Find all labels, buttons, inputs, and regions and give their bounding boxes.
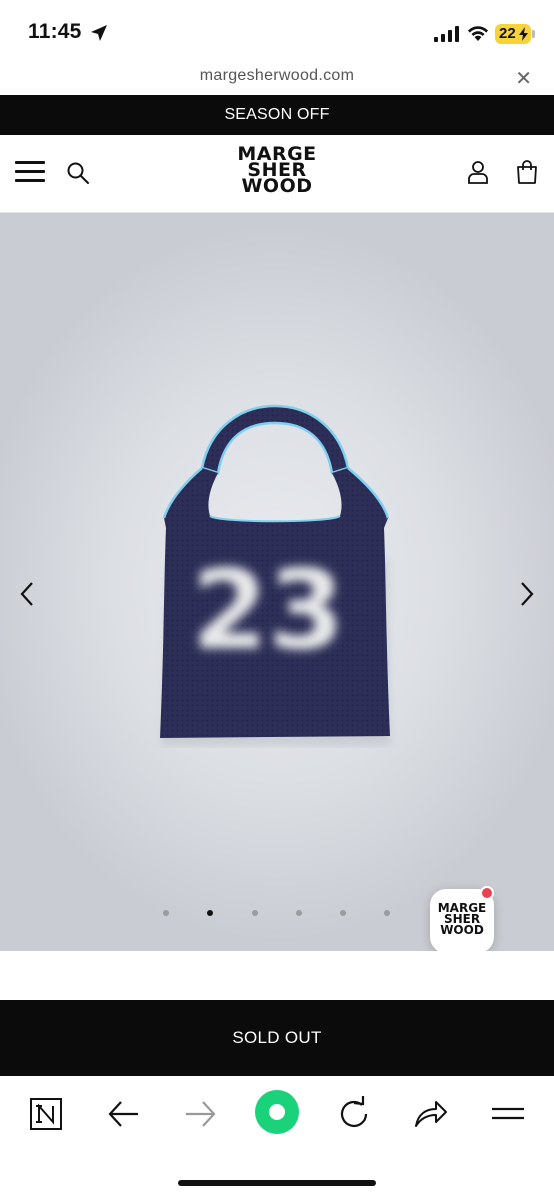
logo-line: WOOD [241,175,313,197]
slide-dot[interactable] [252,910,258,916]
chevron-left-icon[interactable] [18,581,38,607]
badge-logo-line: WOOD [440,923,484,937]
product-image: 23 [160,404,390,746]
product-gallery[interactable]: 23 MARGE SHER WOOD [0,213,554,951]
wifi-icon [468,26,488,41]
brand-logo[interactable]: MARGE SHER WOOD [214,145,340,197]
url-bar[interactable]: margesherwood.com ✕ [0,62,554,94]
home-circle-icon[interactable] [254,1089,300,1135]
slide-dot-active[interactable] [207,910,213,916]
slide-dot[interactable] [296,910,302,916]
account-icon[interactable] [467,160,489,184]
refresh-icon[interactable] [332,1094,376,1134]
status-time: 11:45 [28,20,82,43]
battery-indicator: 22 [495,24,531,44]
browser-toolbar [0,1076,554,1200]
location-arrow-icon [91,25,107,41]
battery-level: 22 [499,25,516,42]
site-header: MARGE SHER WOOD [0,135,554,213]
product-number: 23 [191,546,344,674]
back-arrow-icon[interactable] [102,1094,146,1134]
slide-dot[interactable] [340,910,346,916]
url-text[interactable]: margesherwood.com [0,67,554,85]
slide-dot[interactable] [384,910,390,916]
menu-lines-icon[interactable] [486,1094,530,1134]
shopping-bag-icon[interactable] [515,160,539,184]
slide-dot[interactable] [163,910,169,916]
cellular-signal-icon [434,26,459,42]
forward-arrow-icon[interactable] [178,1094,222,1134]
close-icon[interactable]: ✕ [515,66,532,91]
promo-banner[interactable]: SEASON OFF [0,95,554,135]
notification-dot [480,886,494,900]
share-icon[interactable] [408,1094,452,1134]
battery-cap [532,30,535,38]
charging-bolt-icon [519,27,528,41]
home-indicator[interactable] [178,1180,376,1186]
hamburger-menu-icon[interactable] [15,161,45,183]
notion-n-icon[interactable] [24,1094,68,1134]
search-icon[interactable] [66,161,90,185]
slide-indicator [155,908,405,918]
sold-out-button[interactable]: SOLD OUT [0,1000,554,1076]
chevron-right-icon[interactable] [516,581,536,607]
status-bar: 11:45 22 [0,0,554,62]
